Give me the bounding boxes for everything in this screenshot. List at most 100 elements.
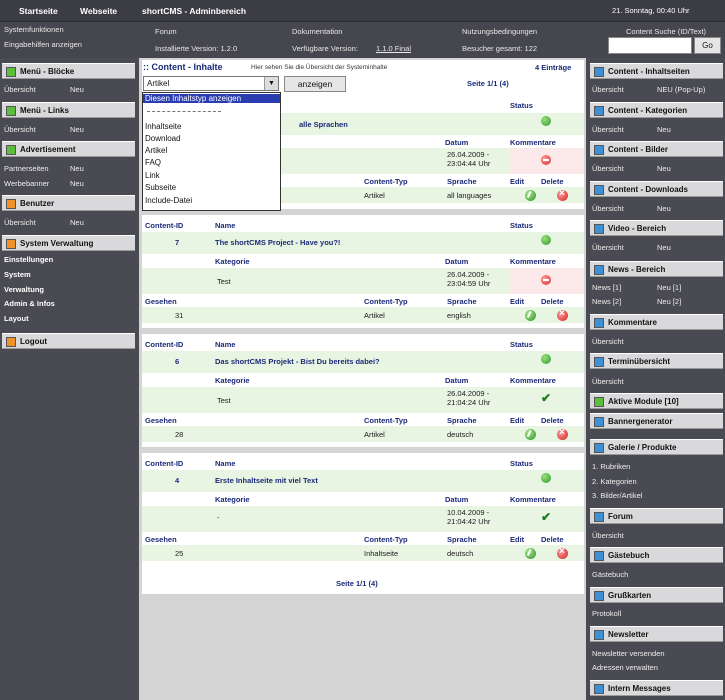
inhaltseiten-uebersicht[interactable]: Übersicht	[592, 85, 624, 94]
inhaltseiten-neu-popup[interactable]: NEU (Pop-Up)	[657, 85, 705, 94]
comments-off-icon[interactable]	[541, 155, 551, 165]
kategorien-neu[interactable]: Neu	[657, 125, 671, 134]
block-bannergenerator[interactable]: Bannergenerator	[590, 413, 723, 429]
layout-link[interactable]: Layout	[4, 314, 29, 323]
block-content-downloads[interactable]: Content - Downloads	[590, 181, 723, 197]
admin-infos-link[interactable]: Admin & Infos	[4, 299, 55, 308]
status-active-icon[interactable]	[541, 235, 551, 245]
bilder-uebersicht[interactable]: Übersicht	[592, 164, 624, 173]
video-uebersicht[interactable]: Übersicht	[592, 243, 624, 252]
benutzer-uebersicht[interactable]: Übersicht	[4, 218, 36, 227]
delete-icon[interactable]	[557, 188, 568, 201]
menu-links-uebersicht[interactable]: Übersicht	[4, 125, 36, 134]
menu-bloecke-uebersicht[interactable]: Übersicht	[4, 85, 36, 94]
status-active-icon[interactable]	[541, 354, 551, 364]
dropdown-option-inhaltseite[interactable]: Inhaltseite	[145, 122, 181, 131]
dropdown-option-faq[interactable]: FAQ	[145, 158, 161, 167]
block-kommentare[interactable]: Kommentare	[590, 314, 723, 330]
galerie-bilder-artikel[interactable]: 3. Bilder/Artikel	[592, 491, 642, 500]
dropdown-option-artikel[interactable]: Artikel	[145, 146, 167, 155]
forum-uebersicht[interactable]: Übersicht	[592, 531, 624, 540]
dropdown-option-download[interactable]: Download	[145, 134, 181, 143]
downloads-uebersicht[interactable]: Übersicht	[592, 204, 624, 213]
nav-startseite[interactable]: Startseite	[19, 6, 58, 16]
block-newsletter[interactable]: Newsletter	[590, 626, 723, 642]
entry-name[interactable]: Das shortCMS Projekt - Bist Du bereits d…	[215, 357, 380, 366]
block-content-bilder[interactable]: Content - Bilder	[590, 141, 723, 157]
block-terminuebersicht[interactable]: Terminübersicht	[590, 353, 723, 369]
delete-icon[interactable]	[557, 427, 568, 440]
delete-icon[interactable]	[557, 308, 568, 321]
block-menu-links[interactable]: Menü - Links	[2, 102, 135, 118]
entry-name[interactable]: alle Sprachen	[299, 120, 348, 129]
bilder-neu[interactable]: Neu	[657, 164, 671, 173]
content-type-dropdown[interactable]: Diesen Inhaltstyp anzeigen Inhaltseite D…	[142, 92, 281, 211]
entry-name[interactable]: Erste Inhaltseite mit viel Text	[215, 476, 318, 485]
eingabehilfen-link[interactable]: Eingabehilfen anzeigen	[4, 40, 82, 49]
newsletter-versenden[interactable]: Newsletter versenden	[592, 649, 665, 658]
galerie-rubriken[interactable]: 1. Rubriken	[592, 462, 630, 471]
forum-link[interactable]: Forum	[155, 27, 177, 36]
einstellungen-link[interactable]: Einstellungen	[4, 255, 53, 264]
dropdown-option-link[interactable]: Link	[145, 171, 160, 180]
kategorien-uebersicht[interactable]: Übersicht	[592, 125, 624, 134]
comments-off-icon[interactable]	[541, 275, 551, 285]
delete-icon[interactable]	[557, 546, 568, 559]
pagination-top[interactable]: Seite 1/1 (4)	[467, 79, 509, 88]
pagination-bottom[interactable]: Seite 1/1 (4)	[336, 579, 378, 588]
available-version-link[interactable]: 1.1.0 Final	[376, 44, 411, 53]
video-neu[interactable]: Neu	[657, 243, 671, 252]
edit-icon[interactable]	[525, 429, 536, 440]
edit-icon[interactable]	[525, 548, 536, 559]
adressen-verwalten[interactable]: Adressen verwalten	[592, 663, 658, 672]
menu-links-neu[interactable]: Neu	[70, 125, 84, 134]
downloads-neu[interactable]: Neu	[657, 204, 671, 213]
block-galerie-produkte[interactable]: Galerie / Produkte	[590, 439, 723, 455]
block-advertisement[interactable]: Advertisement	[2, 141, 135, 157]
edit-icon[interactable]	[525, 190, 536, 201]
anzeigen-button[interactable]: anzeigen	[284, 76, 346, 92]
news-2-neu[interactable]: Neu [2]	[657, 297, 681, 306]
block-content-inhaltseiten[interactable]: Content - Inhaltseiten	[590, 63, 723, 79]
block-gaestebuch[interactable]: Gästebuch	[590, 547, 723, 563]
partnerseiten-link[interactable]: Partnerseiten	[4, 164, 49, 173]
content-search-input[interactable]	[608, 37, 692, 54]
partnerseiten-neu[interactable]: Neu	[70, 164, 84, 173]
terms-link[interactable]: Nutzungsbedingungen	[462, 27, 537, 36]
block-menu-bloecke[interactable]: Menü - Blöcke	[2, 63, 135, 79]
dropdown-option-subseite[interactable]: Subseite	[145, 183, 176, 192]
gaestebuch-link[interactable]: Gästebuch	[592, 570, 628, 579]
nav-webseite[interactable]: Webseite	[80, 6, 117, 16]
content-type-select[interactable]: Artikel ▼	[143, 76, 279, 91]
werbebanner-link[interactable]: Werbebanner	[4, 179, 49, 188]
kommentare-uebersicht[interactable]: Übersicht	[592, 337, 624, 346]
systemfunktionen-link[interactable]: Systemfunktionen	[4, 25, 64, 34]
galerie-kategorien[interactable]: 2. Kategorien	[592, 477, 637, 486]
block-intern-messages[interactable]: Intern Messages	[590, 680, 723, 696]
news-1-link[interactable]: News [1]	[592, 283, 621, 292]
menu-bloecke-neu[interactable]: Neu	[70, 85, 84, 94]
block-news-bereich[interactable]: News - Bereich	[590, 261, 723, 277]
edit-icon[interactable]	[525, 310, 536, 321]
block-content-kategorien[interactable]: Content - Kategorien	[590, 102, 723, 118]
go-button[interactable]: Go	[694, 37, 721, 54]
comments-on-icon[interactable]: ✔	[541, 510, 551, 524]
news-2-link[interactable]: News [2]	[592, 297, 621, 306]
verwaltung-link[interactable]: Verwaltung	[4, 285, 44, 294]
block-system-verwaltung[interactable]: System Verwaltung	[2, 235, 135, 251]
documentation-link[interactable]: Dokumentation	[292, 27, 342, 36]
block-grusskarten[interactable]: Grußkarten	[590, 587, 723, 603]
dropdown-option-all[interactable]: Diesen Inhaltstyp anzeigen	[143, 94, 280, 103]
block-video-bereich[interactable]: Video - Bereich	[590, 220, 723, 236]
dropdown-option-include[interactable]: Include-Datei	[145, 196, 192, 205]
status-active-icon[interactable]	[541, 116, 551, 126]
block-benutzer[interactable]: Benutzer	[2, 195, 135, 211]
entry-name[interactable]: The shortCMS Project - Have you?!	[215, 238, 340, 247]
block-aktive-module[interactable]: Aktive Module [10]	[590, 393, 723, 409]
werbebanner-neu[interactable]: Neu	[70, 179, 84, 188]
grusskarten-protokoll[interactable]: Protokoll	[592, 609, 621, 618]
news-1-neu[interactable]: Neu [1]	[657, 283, 681, 292]
block-forum[interactable]: Forum	[590, 508, 723, 524]
system-link[interactable]: System	[4, 270, 31, 279]
benutzer-neu[interactable]: Neu	[70, 218, 84, 227]
